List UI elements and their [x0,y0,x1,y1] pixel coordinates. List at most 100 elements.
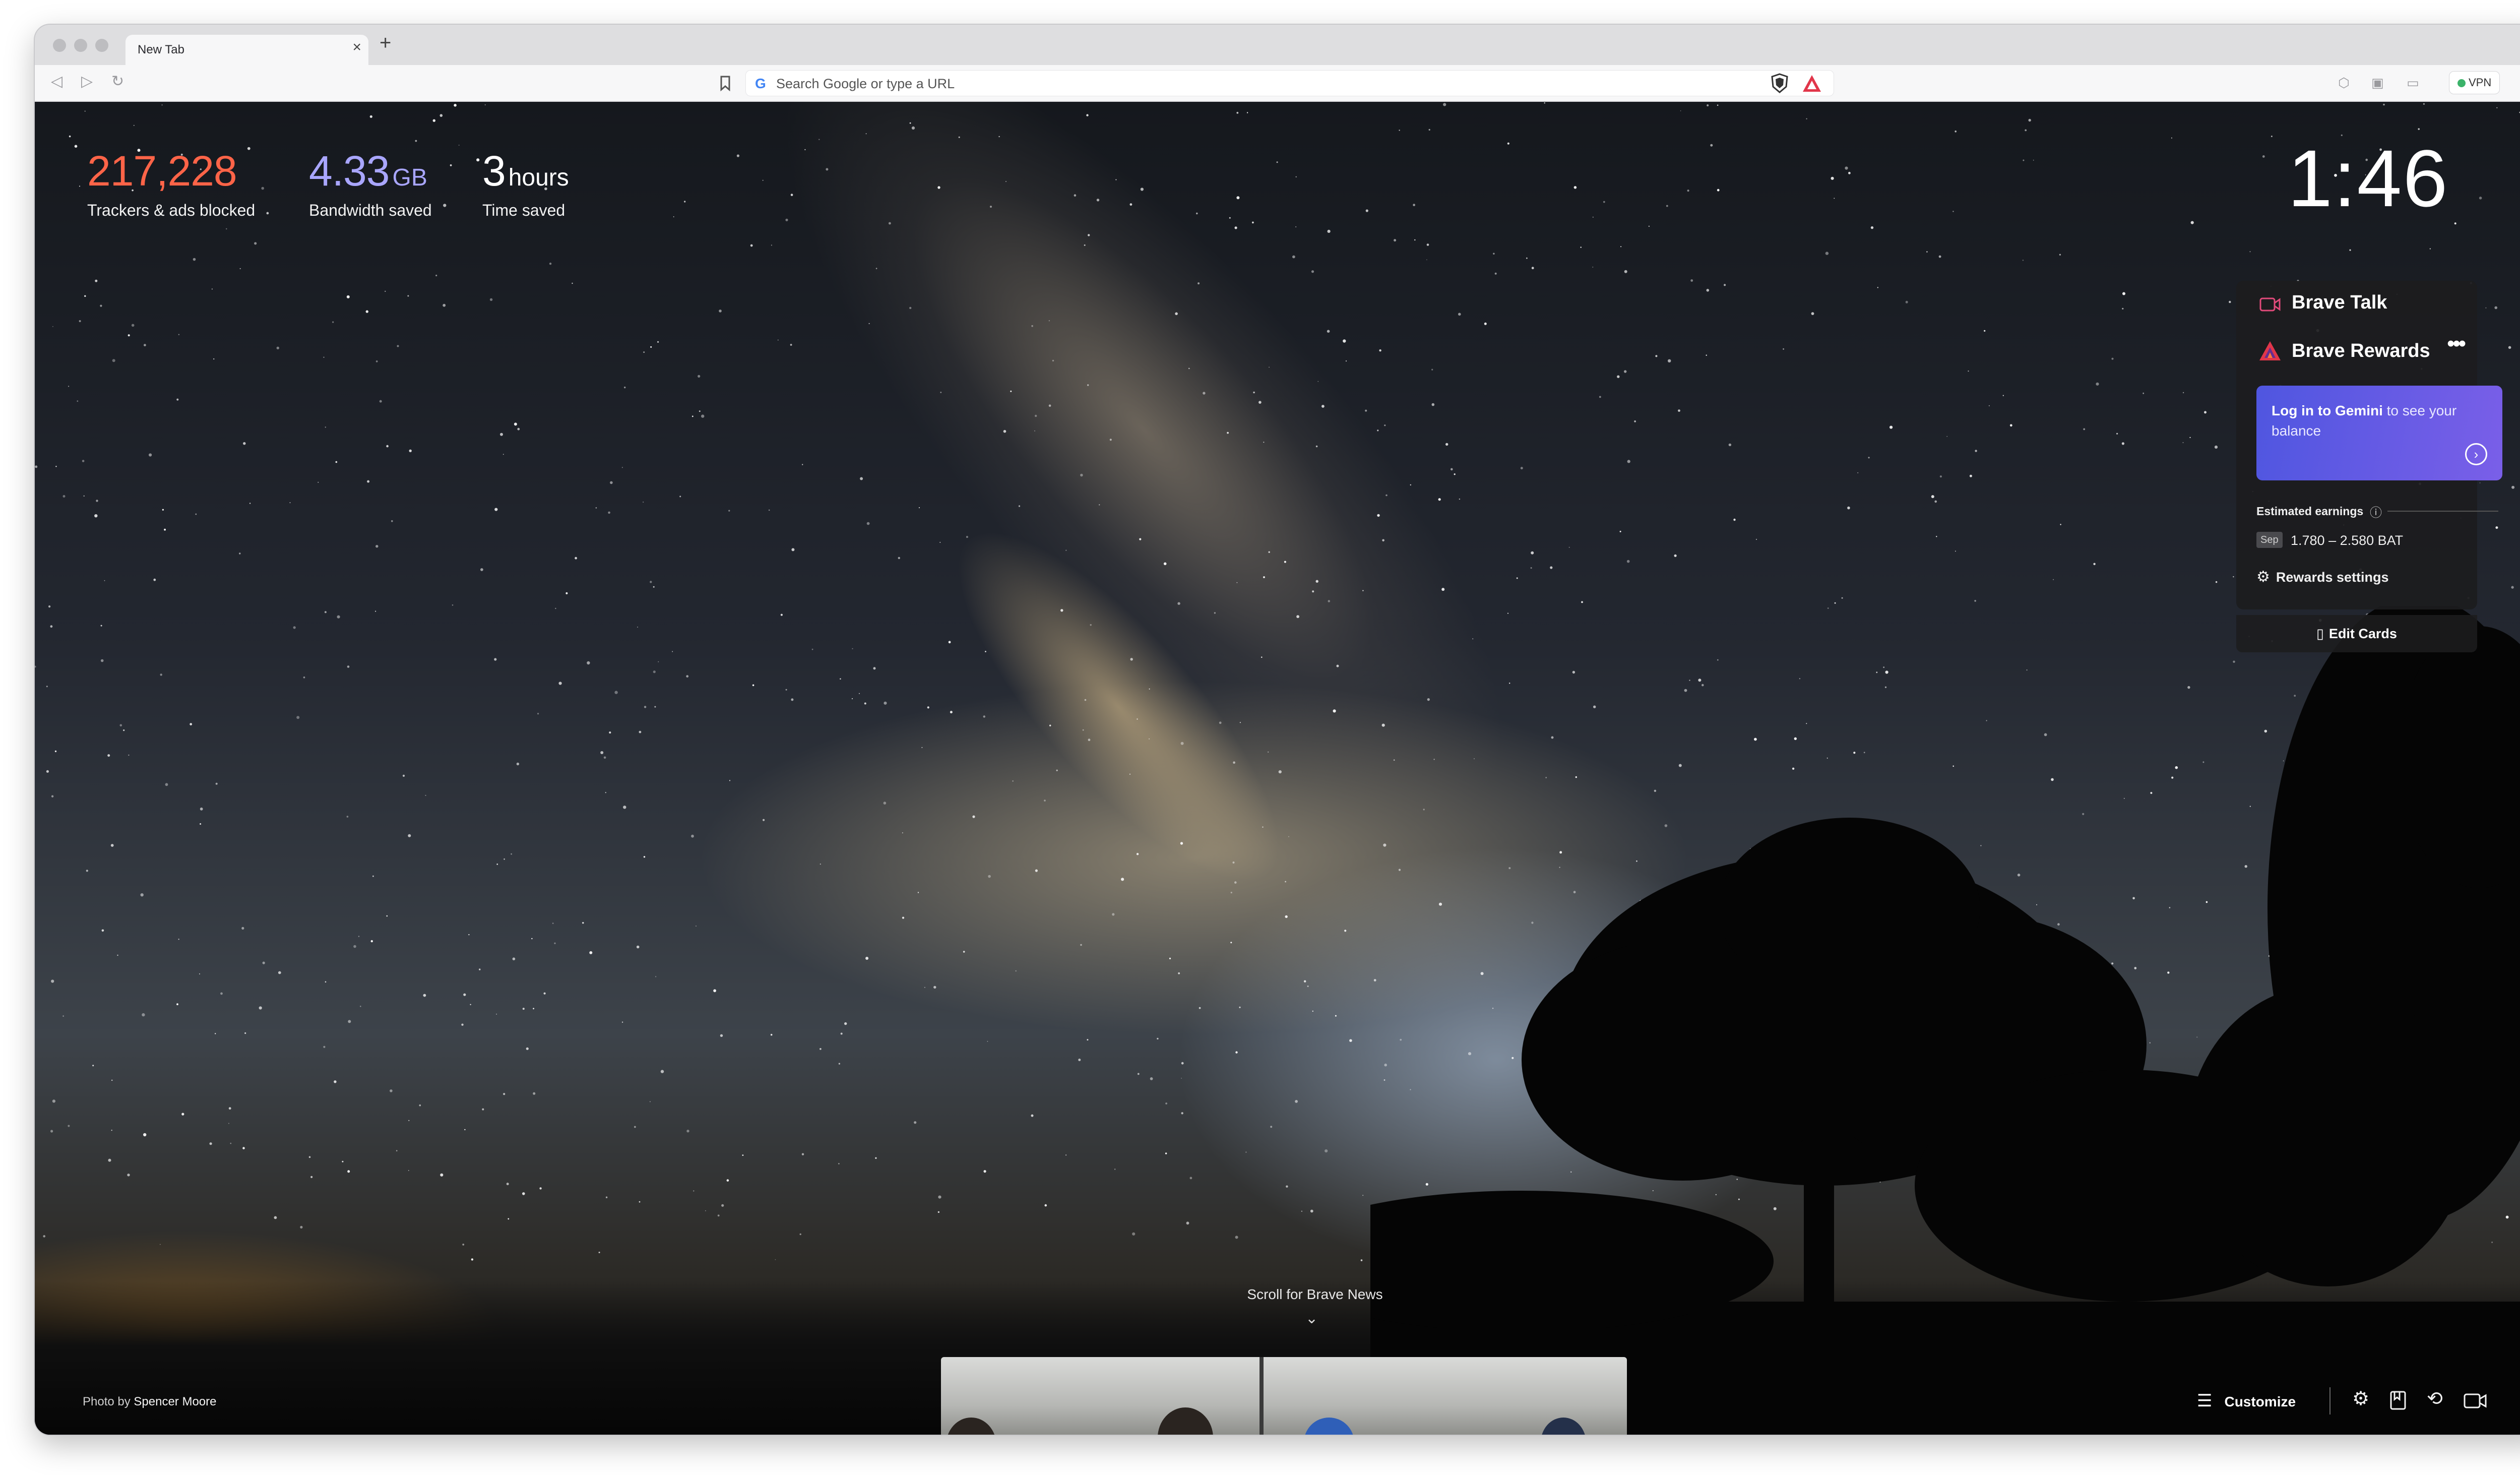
window-close-dot[interactable] [53,39,66,52]
star [790,194,793,196]
star [1938,255,1941,258]
forward-icon[interactable]: ▷ [81,74,93,89]
photo-author-link[interactable]: Spencer Moore [134,1395,216,1408]
star [55,466,57,467]
star [717,1214,720,1217]
star [1136,853,1139,855]
chevron-down-icon[interactable]: ⌄ [1305,1310,1318,1327]
star [1078,1059,1081,1061]
star [502,454,504,455]
star [1165,1102,1168,1104]
bandwidth-value: 4.33 [309,147,390,195]
reload-icon[interactable]: ↻ [111,74,124,89]
star [160,673,162,676]
tab-close-icon[interactable]: × [352,40,361,55]
extensions-icon[interactable]: ⬡ [2338,75,2350,91]
star [623,806,626,809]
gemini-login-banner[interactable]: Log in to Gemini to see your balance › [2256,386,2502,480]
star [494,658,497,661]
search-input[interactable] [776,74,1734,94]
history-icon[interactable]: ⟲ [2427,1389,2443,1408]
star [785,218,788,221]
star [454,104,457,107]
star [1333,709,1336,713]
star [1315,580,1318,583]
star [369,115,372,118]
star [2182,392,2184,394]
star [79,320,81,322]
star [1175,312,1178,316]
star [1034,431,1035,432]
star [342,1160,344,1162]
star [296,716,300,719]
edit-cards-button[interactable]: ▯ Edit Cards [2236,615,2477,652]
star [112,359,115,362]
star [1857,472,1859,473]
rewards-settings-link[interactable]: ⚙ Rewards settings [2256,568,2388,586]
star [537,713,539,715]
window-zoom-dot[interactable] [95,39,108,52]
new-tab-button[interactable]: + [380,33,391,53]
window-minimize-dot[interactable] [74,39,87,52]
star [866,522,870,525]
star [162,509,164,511]
star [514,422,517,426]
brave-talk-title: Brave Talk [2292,292,2387,313]
star [1112,913,1115,916]
star [1311,270,1314,273]
star [1428,129,1430,131]
more-options-icon[interactable]: ••• [2447,331,2466,356]
customize-button[interactable]: ☰ Customize [2197,1387,2296,1415]
sidebar-icon[interactable]: ▣ [2371,75,2384,91]
star [1295,1100,1298,1103]
star [558,682,562,685]
gemini-login-text: Log in to Gemini to see your balance [2272,401,2483,441]
star [1044,800,1046,802]
star [289,502,291,504]
brave-rewards-icon[interactable] [1801,74,1822,94]
news-person-shape [946,1418,996,1435]
star [1544,102,1545,104]
star [324,611,327,613]
arrow-right-circle-icon[interactable]: › [2465,443,2487,465]
star [1706,354,1707,356]
star [242,1147,245,1149]
address-bar[interactable]: G [745,70,1834,96]
tab-new-tab[interactable]: New Tab × [125,35,368,65]
news-preview-image[interactable] [941,1357,1627,1435]
star [1783,348,1785,350]
star [220,992,223,995]
gemini-login-link[interactable]: Log in to Gemini [2272,403,2383,418]
star [1362,590,1364,591]
brave-shields-icon[interactable] [1769,73,1790,94]
star [425,794,426,796]
info-icon[interactable]: ⓘ [2370,503,2382,520]
star [1634,420,1636,422]
star [2093,563,2096,565]
star [859,693,860,694]
star [2083,428,2086,431]
scroll-for-news-hint[interactable]: Scroll for Brave News [1209,1286,1421,1303]
star [720,1034,723,1037]
star [1005,180,1007,182]
bookmark-icon[interactable] [719,75,731,91]
star [119,724,122,727]
back-icon[interactable]: ◁ [51,74,62,89]
star [68,386,70,387]
star [624,386,626,389]
settings-icon[interactable]: ⚙ [2352,1389,2369,1408]
google-icon: G [755,76,766,91]
video-call-icon[interactable] [2463,1392,2487,1409]
star [1410,484,1411,486]
bookmarks-icon[interactable] [2389,1390,2407,1410]
star [1526,257,1528,259]
star [443,303,446,307]
star [865,957,869,960]
brave-talk-card[interactable]: Brave Talk [2236,281,2477,326]
vpn-button[interactable]: VPN [2449,71,2500,94]
star [983,1170,986,1173]
star [43,1235,45,1238]
wallet-icon[interactable]: ▭ [2407,75,2419,91]
star [199,973,200,974]
star [96,500,98,502]
